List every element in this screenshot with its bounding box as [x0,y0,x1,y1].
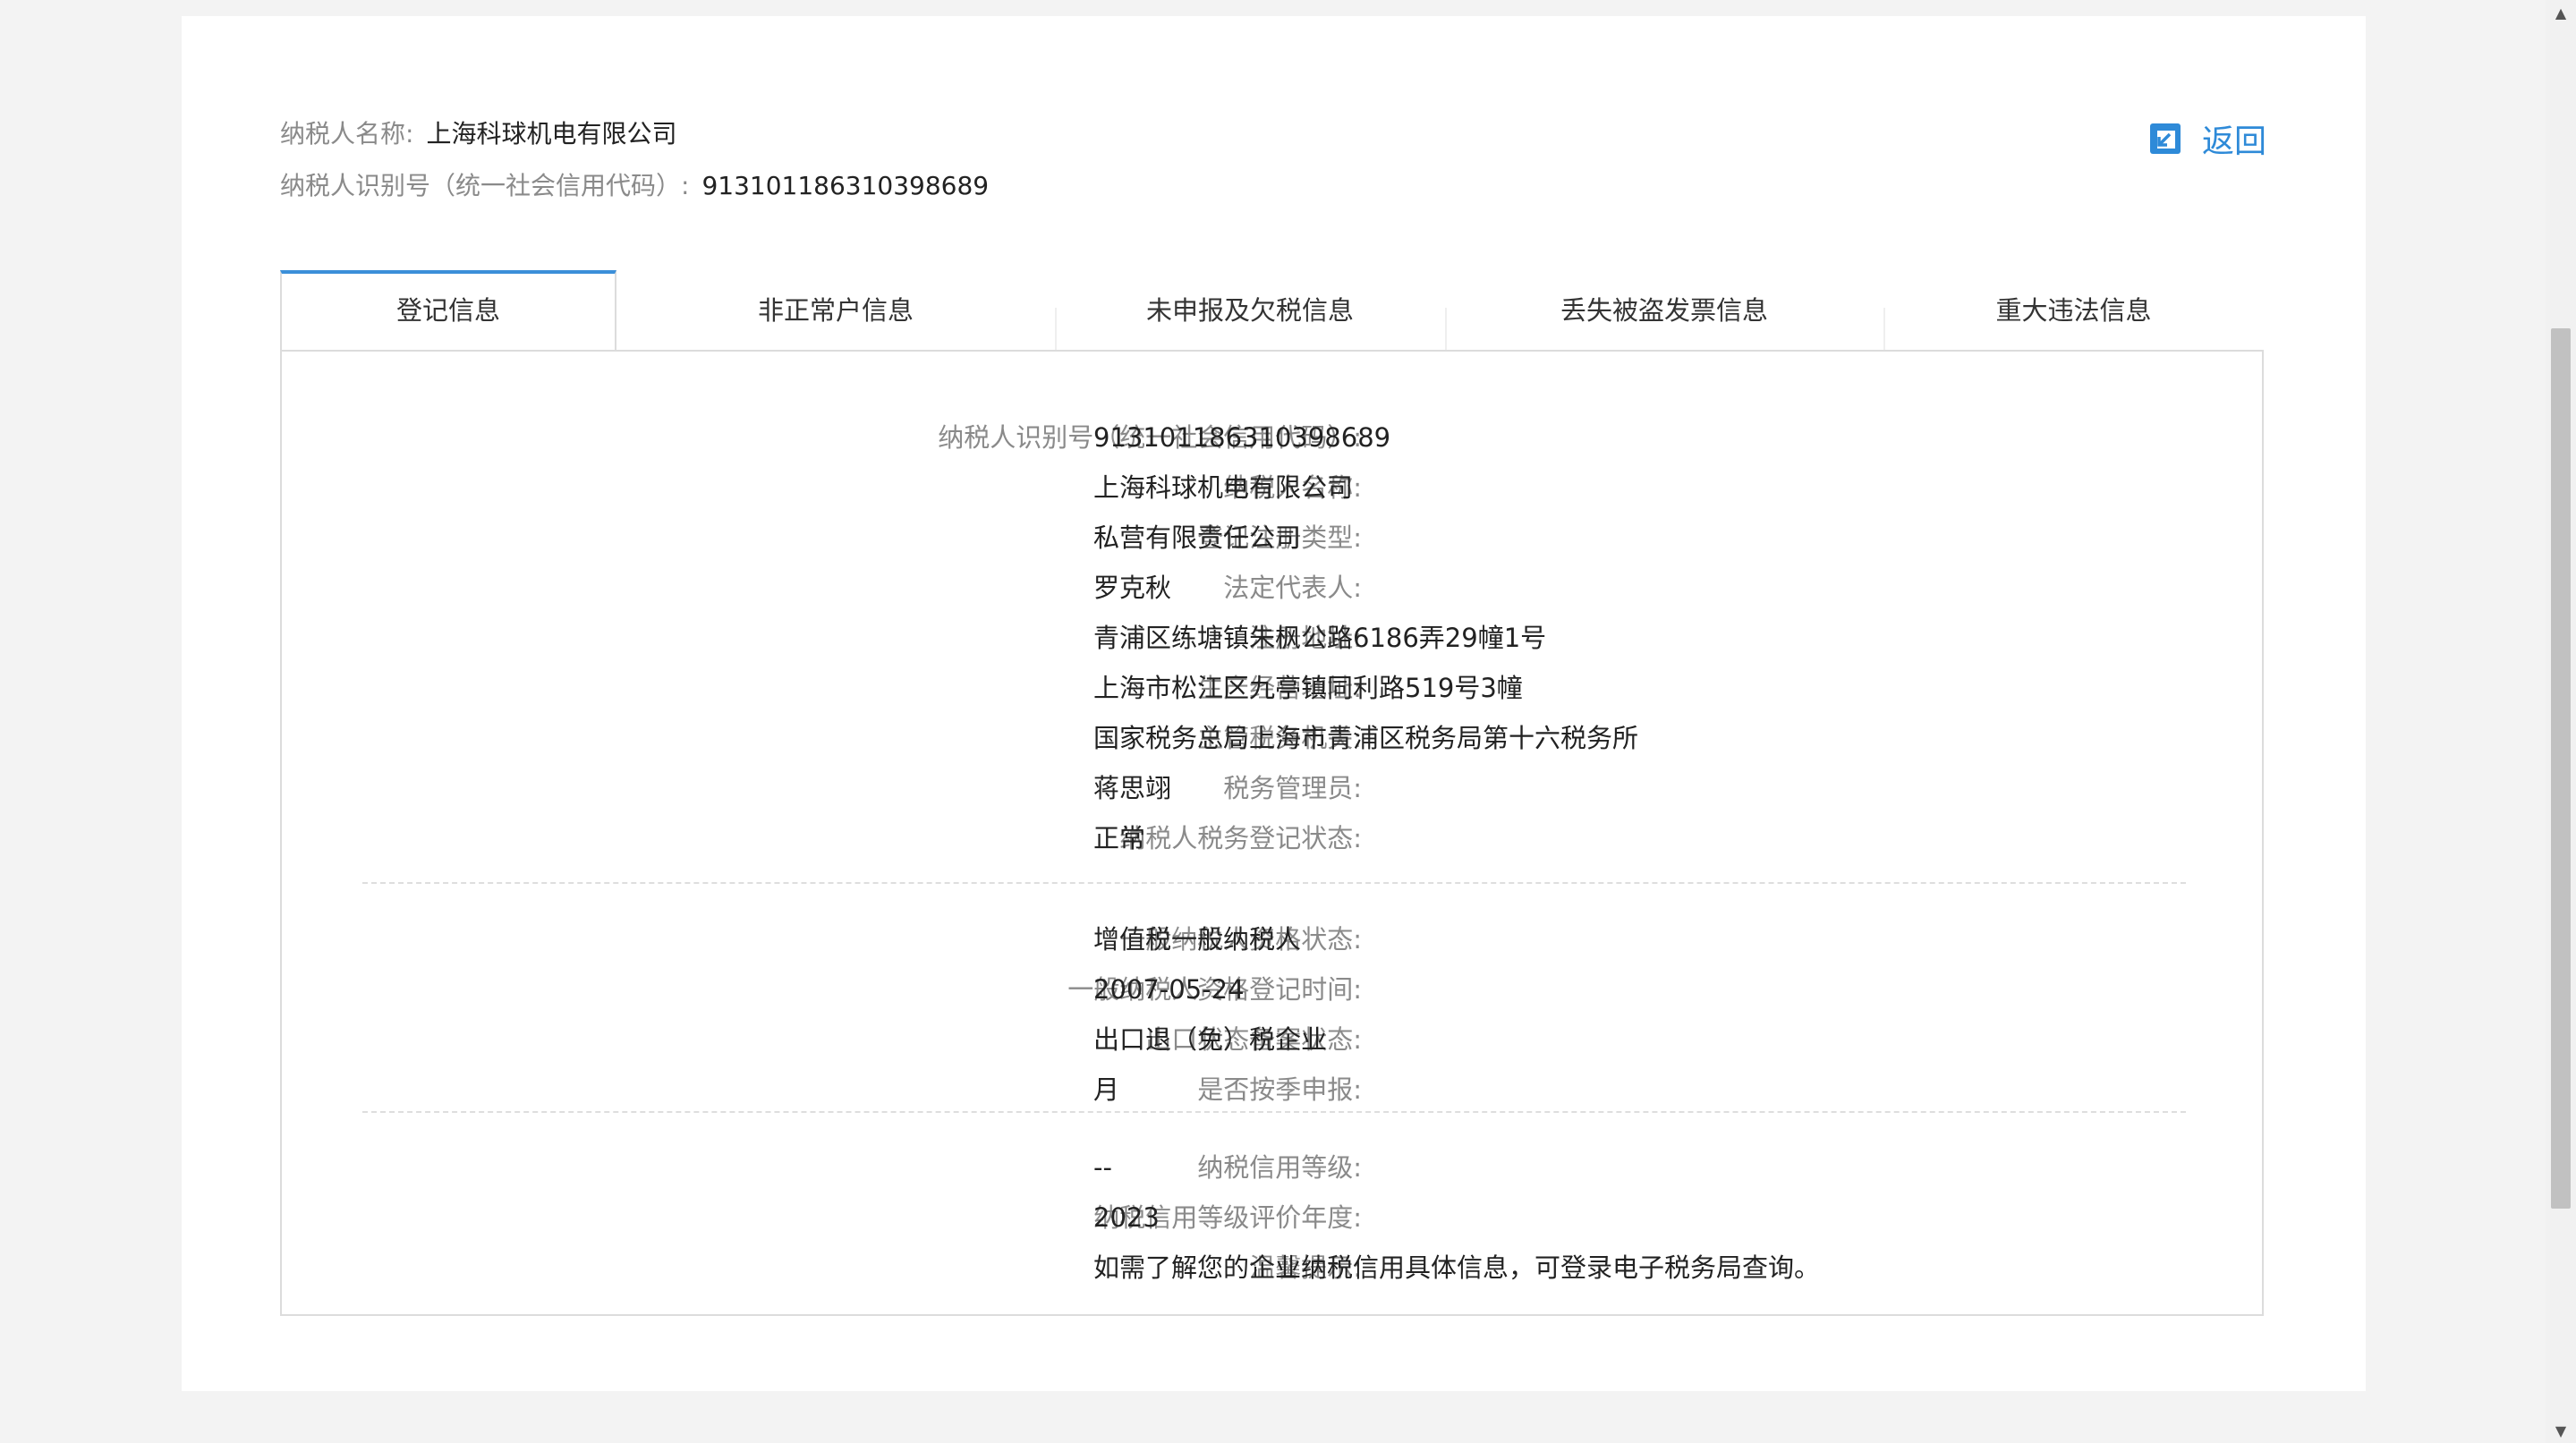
field-value: 上海市松江区九亭镇同利路519号3幢 [1093,673,1523,703]
tab-label: 登记信息 [395,295,500,326]
field-label: 纳税信用等级: [1197,1152,1362,1183]
info-row: 纳税人名称: 上海科球机电有限公司 [282,465,2266,510]
info-row: 税务管理员: 蒋思翊 [282,766,2266,811]
chevron-up-icon[interactable]: ▲ [2546,0,2576,25]
field-value: 如需了解您的企业纳税信用具体信息，可登录电子税务局查询。 [1093,1252,1821,1283]
tab-abnormal-household[interactable]: 非正常户信息 [616,272,1055,350]
field-value: 蒋思翊 [1093,773,1172,803]
tab-lost-invoices[interactable]: 丢失被盗发票信息 [1445,272,1883,350]
field-value: 私营有限责任公司 [1093,522,1302,553]
info-row: 主管税务机关: 国家税务总局上海市青浦区税务局第十六税务所 [282,716,2266,760]
vertical-scrollbar[interactable]: ▲ ▼ [2546,0,2576,1443]
field-value: 出口退（免）税企业 [1093,1024,1328,1055]
field-label: 纳税人税务登记状态: [1119,823,1362,853]
info-row: 一般纳税人资格登记时间: 2007-05-24 [282,967,2266,1012]
back-button[interactable]: 返回 [2147,116,2266,161]
taxpayer-id-header: 纳税人识别号（统一社会信用代码）: 913101186310398689 [280,168,989,204]
tab-label: 丢失被盗发票信息 [1560,295,1768,326]
field-value: 913101186310398689 [1093,422,1391,453]
field-label: 税务管理员: [1223,773,1362,803]
main-panel: 纳税人名称: 上海科球机电有限公司 纳税人识别号（统一社会信用代码）: 913101… [182,16,2366,1391]
info-row: 纳税信用等级: -- [282,1145,2266,1190]
info-row: 温馨提示: 如需了解您的企业纳税信用具体信息，可登录电子税务局查询。 [282,1245,2266,1290]
field-value: 2023 [1093,1202,1160,1233]
taxpayer-name-label: 纳税人名称: [280,119,414,149]
field-value: 2007-05-24 [1093,974,1245,1005]
taxpayer-name-header: 纳税人名称: 上海科球机电有限公司 [280,116,676,152]
section-divider [362,882,2186,884]
field-value: 月 [1093,1074,1120,1105]
tab-major-violations[interactable]: 重大违法信息 [1883,272,2264,350]
field-value: 正常 [1093,823,1146,853]
tab-registration-info[interactable]: 登记信息 [280,270,616,350]
info-row: 出口状态备案状态: 出口退（免）税企业 [282,1017,2266,1062]
info-row: 登记注册类型: 私营有限责任公司 [282,515,2266,560]
info-row: 纳税信用等级评价年度: 2023 [282,1195,2266,1240]
registration-info-content: 纳税人识别号（统一社会信用代码）: 913101186310398689 纳税人… [280,350,2264,1316]
tab-label: 非正常户信息 [757,295,914,326]
chevron-down-icon[interactable]: ▼ [2546,1418,2576,1443]
back-arrow-icon [2150,123,2181,154]
tab-undeclared-arrears[interactable]: 未申报及欠税信息 [1055,272,1445,350]
field-value: -- [1093,1152,1112,1183]
back-label: 返回 [2202,123,2267,160]
field-label: 法定代表人: [1223,573,1362,603]
field-value: 国家税务总局上海市青浦区税务局第十六税务所 [1093,723,1639,753]
field-value: 增值税一般纳税人 [1093,924,1302,955]
taxpayer-name-value: 上海科球机电有限公司 [426,119,677,149]
info-row: 纳税人税务登记状态: 正常 [282,816,2266,861]
info-row: 是否按季申报: 月 [282,1067,2266,1112]
info-row: 注册地址: 青浦区练塘镇朱枫公路6186弄29幢1号 [282,615,2266,660]
field-value: 青浦区练塘镇朱枫公路6186弄29幢1号 [1093,623,1547,653]
section-divider [362,1111,2186,1113]
taxpayer-id-value: 913101186310398689 [701,171,990,200]
tab-label: 重大违法信息 [1995,295,2152,326]
info-row: 纳税人识别号（统一社会信用代码）: 913101186310398689 [282,415,2266,460]
field-label: 是否按季申报: [1197,1074,1362,1105]
info-row: 一般纳税人资格状态: 增值税一般纳税人 [282,917,2266,962]
scrollbar-thumb[interactable] [2551,328,2571,1209]
info-row: 法定代表人: 罗克秋 [282,565,2266,610]
taxpayer-id-label: 纳税人识别号（统一社会信用代码）: [280,171,690,200]
tab-bar: 登记信息 非正常户信息 未申报及欠税信息 丢失被盗发票信息 重大违法信息 [280,270,2264,352]
field-value: 罗克秋 [1093,573,1172,603]
info-row: 生产经营地址: 上海市松江区九亭镇同利路519号3幢 [282,666,2266,710]
field-value: 上海科球机电有限公司 [1093,472,1354,503]
tab-label: 未申报及欠税信息 [1145,295,1354,326]
